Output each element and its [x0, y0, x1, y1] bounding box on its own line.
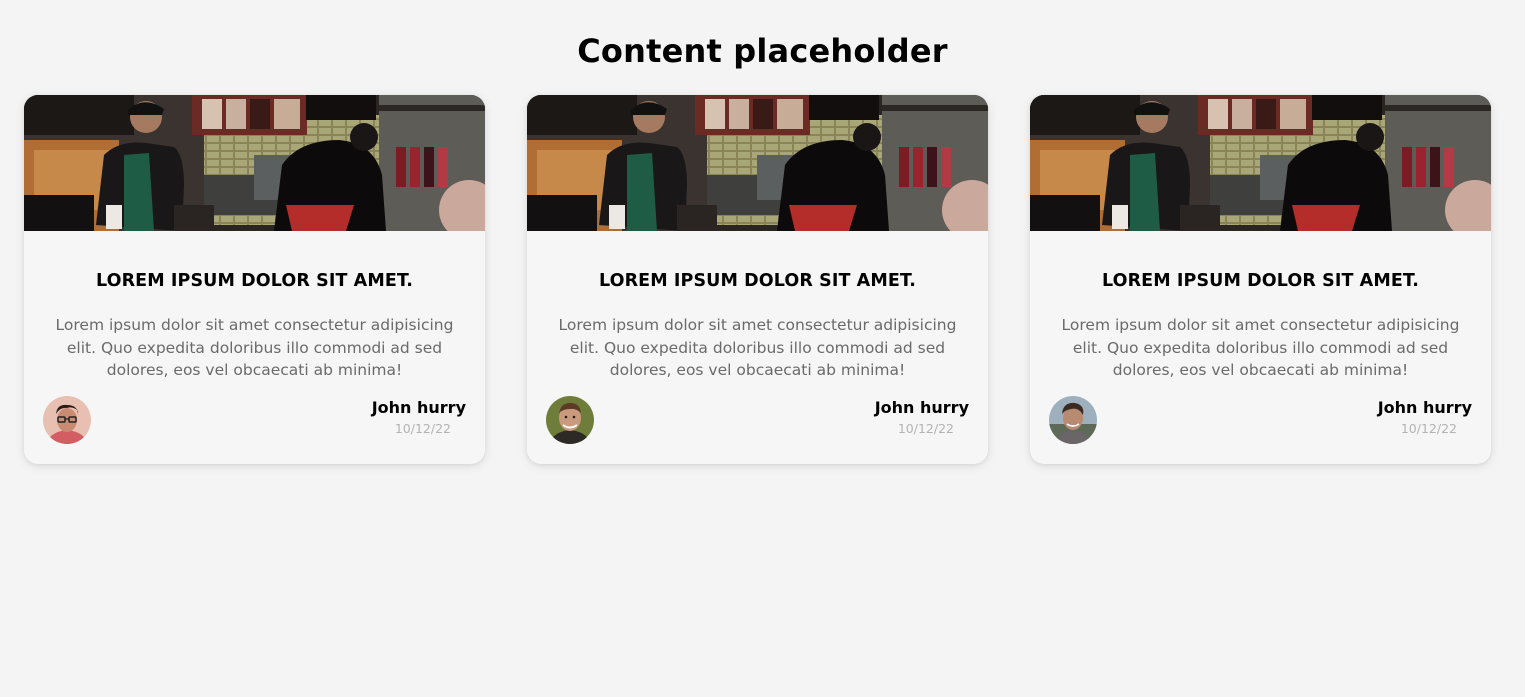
post-date: 10/12/22 [897, 421, 954, 436]
author-name: John hurry [1377, 398, 1472, 417]
card-text: Lorem ipsum dolor sit amet consectetur a… [558, 316, 957, 379]
author-name: John hurry [371, 398, 466, 417]
content-card[interactable]: LOREM IPSUM DOLOR SIT AMET. Lorem ipsum … [24, 95, 485, 464]
author-name: John hurry [874, 398, 969, 417]
card-list: LOREM IPSUM DOLOR SIT AMET. Lorem ipsum … [24, 95, 1491, 465]
page-title: Content placeholder [577, 32, 948, 70]
card-image [527, 95, 988, 231]
avatar [1049, 396, 1097, 444]
avatar [43, 396, 91, 444]
avatar [546, 396, 594, 444]
content-card[interactable]: LOREM IPSUM DOLOR SIT AMET. Lorem ipsum … [527, 95, 988, 464]
post-date: 10/12/22 [394, 421, 451, 436]
card-text: Lorem ipsum dolor sit amet consectetur a… [1061, 316, 1460, 379]
card-image [1030, 95, 1491, 231]
card-text: Lorem ipsum dolor sit amet consectetur a… [55, 316, 454, 379]
card-title: LOREM IPSUM DOLOR SIT AMET. [95, 271, 414, 291]
post-date: 10/12/22 [1400, 421, 1457, 436]
card-title: LOREM IPSUM DOLOR SIT AMET. [1101, 271, 1420, 291]
card-image [24, 95, 485, 231]
content-card[interactable]: LOREM IPSUM DOLOR SIT AMET. Lorem ipsum … [1030, 95, 1491, 464]
card-title: LOREM IPSUM DOLOR SIT AMET. [598, 271, 917, 291]
